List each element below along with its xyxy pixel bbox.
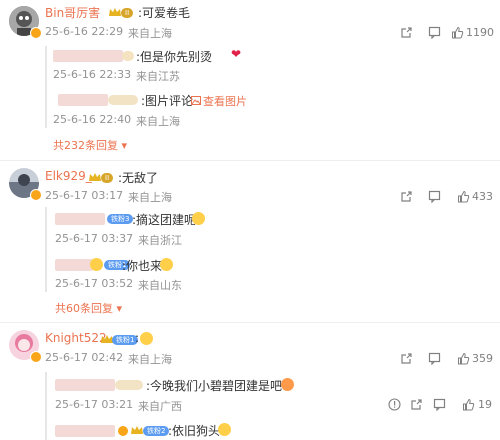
comment-date: 25-6-16 22:29 (45, 25, 124, 38)
reply-location: 来自山东 (138, 279, 182, 292)
like-icon[interactable] (457, 352, 470, 365)
username[interactable]: Elk929_ (45, 169, 92, 183)
heart-icon: ❤ (231, 47, 242, 61)
reply-text: :摘这团建呢 (132, 213, 197, 227)
image-icon[interactable] (191, 96, 201, 105)
crown-icon (109, 8, 121, 16)
emoji-icon (192, 212, 205, 225)
reply-text: :你也来 (122, 259, 163, 273)
comment-icon[interactable] (428, 26, 441, 39)
reply-date: 25-6-17 03:21 (55, 398, 134, 411)
reply-thread-bar (45, 207, 47, 292)
fan-badge: 铁粉3 (107, 214, 134, 224)
divider (0, 160, 500, 161)
blurred-username (55, 425, 115, 437)
comment-icon[interactable] (428, 190, 441, 203)
like-icon[interactable] (451, 26, 464, 39)
more-replies-link[interactable]: 共232条回复 ▾ (53, 137, 127, 153)
comment-date: 25-6-17 02:42 (45, 351, 124, 364)
crown-icon (89, 173, 101, 181)
divider (0, 322, 500, 323)
reply-date: 25-6-17 03:52 (55, 277, 134, 290)
more-replies-text[interactable]: 共60条回复 (55, 302, 113, 315)
reply-location: 来自上海 (136, 115, 180, 128)
blurred-username (55, 379, 115, 391)
like-icon[interactable] (457, 190, 470, 203)
comment-icon[interactable] (428, 352, 441, 365)
level-badge: II (101, 173, 114, 183)
view-image-link[interactable]: 查看图片 (203, 93, 247, 109)
comment-location: 来自上海 (128, 27, 172, 40)
verified-badge-icon (30, 351, 42, 363)
reply-thread-bar (45, 372, 47, 440)
reply-text: :今晚我们小碧碧团建是吧 (146, 379, 283, 393)
emoji-icon (90, 258, 103, 271)
comment-location: 来自上海 (128, 191, 172, 204)
level-badge: II (121, 8, 134, 18)
comment-text: :无敌了 (118, 171, 159, 185)
comment-text: : (135, 331, 140, 345)
fan-badge: 铁粉2 (143, 426, 170, 436)
verified-badge-icon (30, 189, 42, 201)
like-count: 19 (478, 398, 492, 411)
reply-text: :依旧狗头 (168, 424, 221, 438)
verified-badge-icon (117, 425, 129, 437)
comment-icon[interactable] (433, 398, 446, 411)
blurred-username (58, 94, 108, 106)
crown-icon (131, 426, 143, 434)
reply-text: :图片评论 (141, 94, 194, 108)
blurred-badge (115, 380, 143, 390)
blurred-username (53, 50, 123, 62)
like-count: 1190 (466, 26, 494, 39)
share-icon[interactable] (400, 352, 413, 365)
more-replies-text[interactable]: 共232条回复 (53, 139, 118, 152)
blurred-username (55, 259, 93, 271)
reply-date: 25-6-17 03:37 (55, 232, 134, 245)
reply-thread-bar (45, 46, 47, 128)
emoji-icon (160, 258, 173, 271)
emoji-icon (281, 378, 294, 391)
comment-text: :可爱卷毛 (138, 6, 191, 20)
reply-date: 25-6-16 22:40 (53, 113, 132, 126)
reply-location: 来自广西 (138, 400, 182, 413)
comment-location: 来自上海 (128, 353, 172, 366)
comment-date: 25-6-17 03:17 (45, 189, 124, 202)
reply-text: :但是你先别烫 (136, 50, 213, 64)
share-icon[interactable] (400, 26, 413, 39)
like-count: 359 (472, 352, 493, 365)
reply-location: 来自浙江 (138, 234, 182, 247)
like-icon[interactable] (462, 398, 475, 411)
share-icon[interactable] (410, 398, 423, 411)
share-icon[interactable] (400, 190, 413, 203)
emoji-icon (140, 332, 153, 345)
reply-date: 25-6-16 22:33 (53, 68, 132, 81)
reply-location: 来自江苏 (136, 70, 180, 83)
info-icon[interactable] (388, 398, 401, 411)
username[interactable]: Bin哥厉害 (45, 4, 100, 21)
more-replies-link[interactable]: 共60条回复 ▾ (55, 300, 122, 316)
blurred-username (55, 213, 105, 225)
emoji-icon (218, 423, 231, 436)
verified-badge-icon (30, 27, 42, 39)
blurred-badge (108, 95, 138, 105)
blurred-badge (122, 51, 134, 61)
like-count: 433 (472, 190, 493, 203)
username[interactable]: Knight522 (45, 331, 107, 345)
